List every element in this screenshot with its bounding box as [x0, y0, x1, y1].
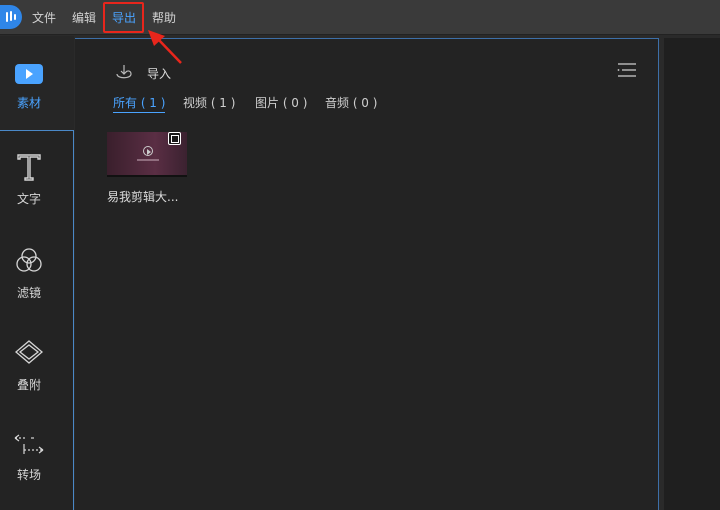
- import-button[interactable]: 导入: [147, 65, 171, 82]
- sidebar-item-label: 文字: [16, 192, 41, 206]
- sidebar-item-media[interactable]: 素材: [0, 62, 58, 111]
- sidebar-item-label: 叠附: [16, 378, 41, 392]
- sidebar-item-text[interactable]: 文字: [0, 152, 58, 207]
- sidebar-item-label: 转场: [16, 468, 41, 482]
- sidebar-border: [73, 130, 74, 510]
- media-icon: [15, 64, 43, 84]
- sidebar-divider: [0, 130, 74, 131]
- media-item[interactable]: 易我剪辑大...: [107, 132, 187, 205]
- filter-tab-video[interactable]: 视频 ( 1 ): [183, 94, 235, 111]
- preview-area: [664, 38, 720, 510]
- media-item-name: 易我剪辑大...: [107, 190, 179, 204]
- sidebar-item-transition[interactable]: 转场: [0, 432, 58, 483]
- menu-edit[interactable]: 编辑: [72, 10, 96, 26]
- media-thumbnail[interactable]: [107, 132, 187, 177]
- list-view-icon[interactable]: [617, 62, 637, 78]
- menu-file[interactable]: 文件: [32, 10, 56, 26]
- sidebar-item-overlay[interactable]: 叠附: [0, 338, 58, 393]
- app-logo-icon: [0, 5, 22, 29]
- menu-help[interactable]: 帮助: [152, 10, 176, 26]
- sidebar-item-label: 滤镜: [16, 286, 41, 300]
- sidebar-item-filter[interactable]: 滤镜: [0, 246, 58, 301]
- filter-tab-audio[interactable]: 音频 ( 0 ): [325, 94, 377, 111]
- play-icon: [143, 146, 153, 156]
- transition-icon: [14, 434, 44, 454]
- import-icon[interactable]: [114, 62, 134, 82]
- app-window: 文件 编辑 导出 帮助 素材 文字 滤镜 叠附 转场 导入 所有 (1) 视…: [0, 0, 720, 510]
- thumbnail-caption-line: [137, 159, 159, 161]
- menubar: 文件 编辑 导出 帮助: [0, 0, 720, 35]
- filter-tab-all[interactable]: 所有 ( 1 ): [113, 94, 166, 113]
- overlay-icon: [14, 340, 44, 364]
- sidebar-item-label: 素材: [16, 96, 41, 110]
- filter-icon: [16, 248, 42, 272]
- select-checkbox-icon[interactable]: [168, 132, 181, 145]
- filter-tab-image[interactable]: 图片 ( 0 ): [255, 94, 307, 111]
- text-icon: [17, 154, 41, 181]
- export-highlight-box: [103, 2, 144, 33]
